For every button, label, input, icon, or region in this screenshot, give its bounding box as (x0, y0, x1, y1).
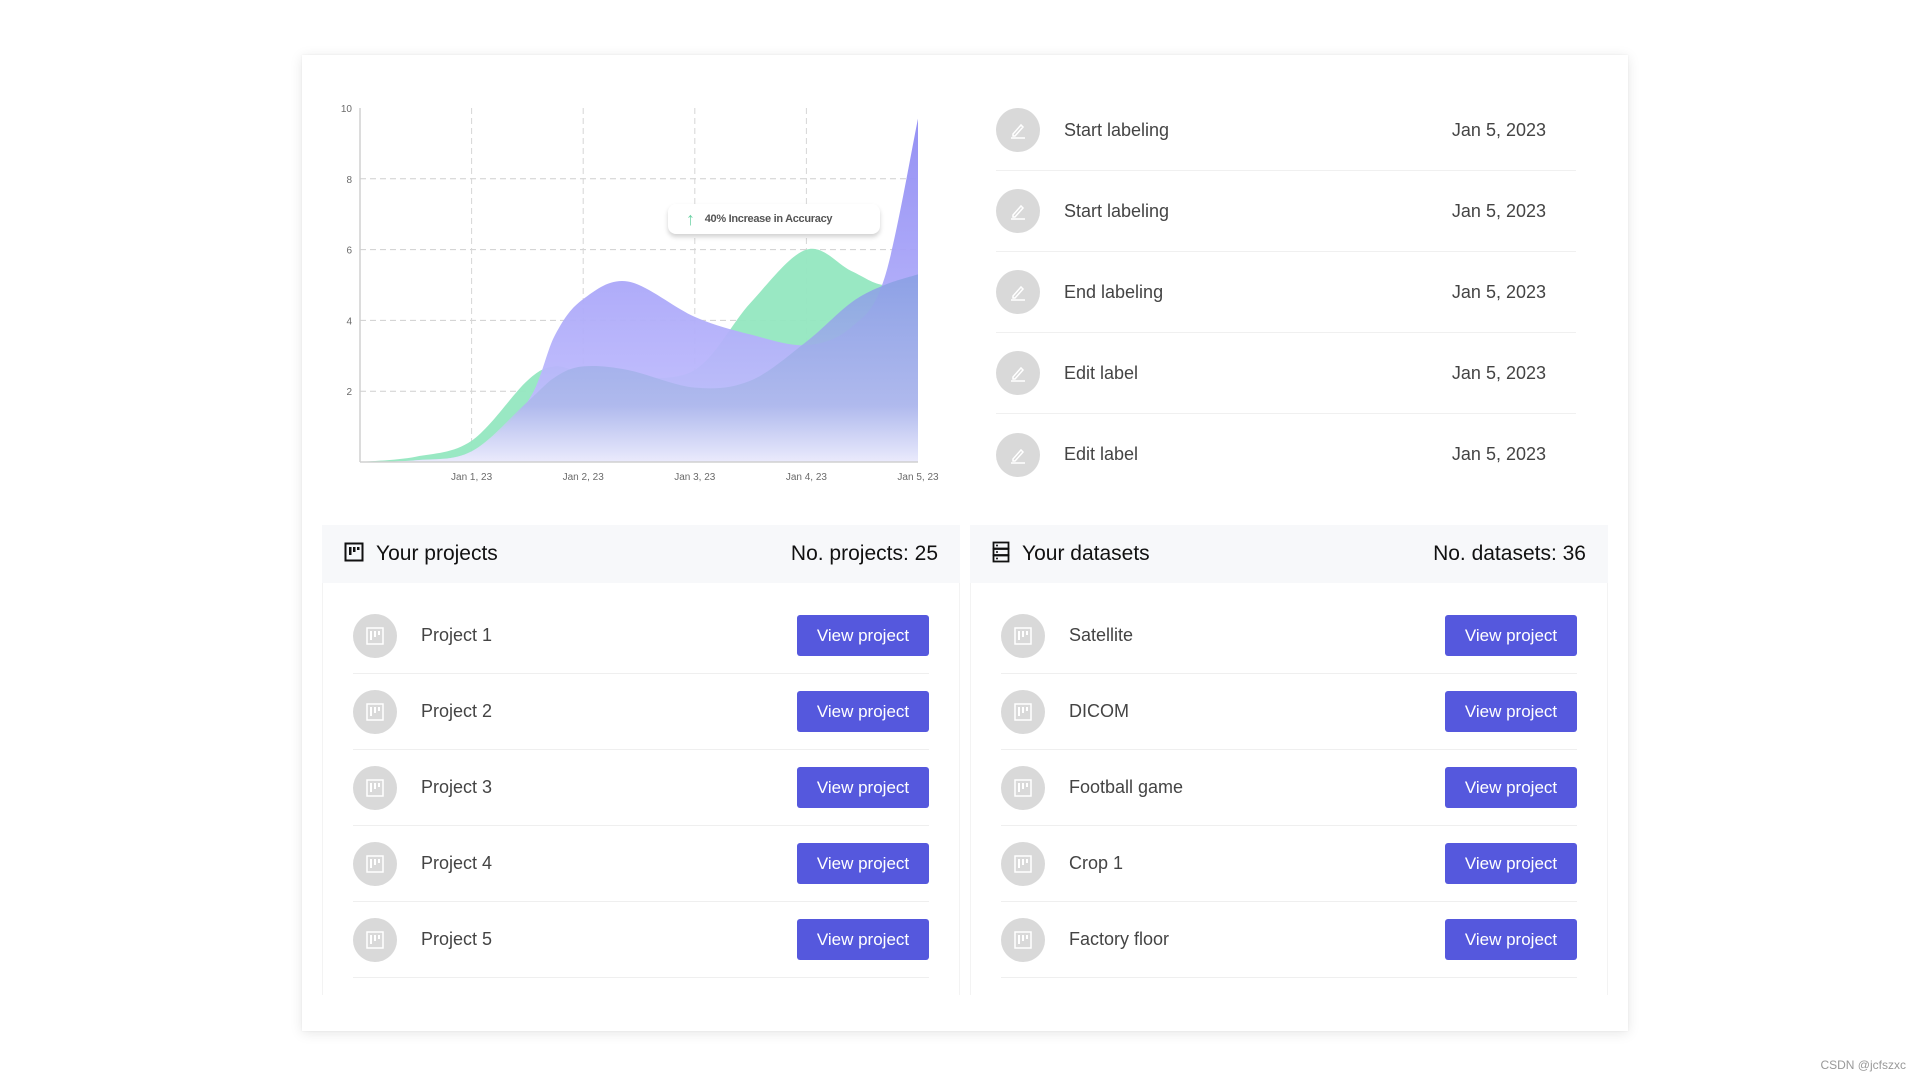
pencil-icon (996, 108, 1040, 152)
y-tick-label: 4 (346, 316, 352, 327)
activity-date: Jan 5, 2023 (1451, 119, 1546, 140)
server-icon (992, 541, 1010, 568)
view-project-button[interactable]: View project (1445, 615, 1577, 656)
project-row: Project 2 View project (353, 674, 929, 750)
x-tick-label: Jan 4, 23 (786, 472, 828, 483)
projects-title: Your projects (376, 542, 498, 565)
view-project-button[interactable]: View project (797, 919, 929, 960)
activity-title: Start labeling (1064, 200, 1170, 221)
pencil-icon (996, 351, 1040, 395)
project-name: Project 3 (421, 777, 493, 797)
datasets-count: No. datasets: 36 (1433, 542, 1586, 565)
x-tick-label: Jan 2, 23 (563, 472, 605, 483)
projects-panel: Your projects No. projects: 25 Project 1… (322, 525, 960, 995)
activity-date: Jan 5, 2023 (1451, 362, 1546, 383)
projects-list: Project 1 View project Project 2 View pr… (322, 583, 960, 995)
project-name: Project 5 (421, 929, 493, 949)
x-tick-label: Jan 1, 23 (451, 472, 493, 483)
view-project-button[interactable]: View project (797, 843, 929, 884)
annotation-text: 40% Increase in Accuracy (704, 213, 833, 225)
project-name: Project 1 (421, 625, 493, 645)
y-tick-label: 6 (346, 246, 352, 257)
kanban-icon (353, 689, 397, 734)
view-project-button[interactable]: View project (1445, 691, 1577, 732)
activity-item[interactable]: Start labeling Jan 5, 2023 (996, 171, 1576, 252)
view-project-button[interactable]: View project (1445, 767, 1577, 808)
dataset-row: Football game View project (1001, 750, 1577, 826)
activity-title: Start labeling (1064, 119, 1170, 140)
datasets-title: Your datasets (1022, 542, 1150, 565)
project-row: Project 3 View project (353, 750, 929, 826)
view-project-button[interactable]: View project (1445, 919, 1577, 960)
activity-item[interactable]: End labeling Jan 5, 2023 (996, 252, 1576, 333)
dataset-row: Factory floor View project (1001, 902, 1577, 978)
view-project-button[interactable]: View project (797, 767, 929, 808)
accuracy-chart: 2 4 6 8 10 Jan 1, 23 Jan 2, 23 Jan 3, 23 Jan 4,… (341, 104, 939, 483)
view-project-button[interactable]: View project (797, 615, 929, 656)
kanban-icon (1001, 917, 1045, 962)
pencil-icon (996, 432, 1040, 477)
x-tick-label: Jan 5, 23 (897, 472, 939, 483)
pencil-icon (996, 189, 1040, 233)
activity-item[interactable]: Edit label Jan 5, 2023 (996, 333, 1576, 414)
activity-date: Jan 5, 2023 (1451, 200, 1546, 221)
activity-date: Jan 5, 2023 (1451, 281, 1546, 302)
watermark: CSDN @jcfszxc (1820, 1058, 1906, 1072)
view-project-button[interactable]: View project (1445, 843, 1577, 884)
projects-header: Your projects No. projects: 25 (322, 525, 960, 583)
datasets-list: Satellite View project DICOM View projec… (970, 583, 1608, 995)
datasets-panel: Your datasets No. datasets: 36 Satellite… (970, 525, 1608, 995)
kanban-icon (353, 765, 397, 810)
kanban-icon (344, 542, 364, 567)
kanban-icon (1001, 841, 1045, 886)
view-project-button[interactable]: View project (797, 691, 929, 732)
datasets-header: Your datasets No. datasets: 36 (970, 525, 1608, 583)
activity-title: Edit label (1064, 362, 1139, 383)
activity-title: Edit label (1064, 444, 1139, 464)
kanban-icon (1001, 613, 1045, 658)
dataset-name: DICOM (1069, 701, 1129, 721)
activity-title: End labeling (1064, 281, 1164, 302)
dataset-name: Satellite (1069, 625, 1134, 645)
activity-item[interactable]: Edit label Jan 5, 2023 (996, 414, 1576, 495)
dataset-row: Satellite View project (1001, 598, 1577, 674)
dataset-row: DICOM View project (1001, 674, 1577, 750)
pencil-icon (996, 270, 1040, 314)
project-name: Project 4 (421, 853, 493, 873)
y-tick-label: 8 (346, 175, 352, 186)
x-tick-label: Jan 3, 23 (674, 472, 716, 483)
activity-list: Start labeling Jan 5, 2023 Start labelin… (996, 90, 1576, 495)
dataset-name: Football game (1069, 777, 1184, 797)
y-tick-label: 2 (346, 387, 352, 398)
chart-annotation: ↑ 40% Increase in Accuracy (668, 204, 880, 234)
kanban-icon (353, 917, 397, 962)
project-row: Project 4 View project (353, 826, 929, 902)
kanban-icon (353, 613, 397, 658)
projects-count: No. projects: 25 (790, 542, 938, 565)
project-row: Project 5 View project (353, 902, 929, 978)
project-row: Project 1 View project (353, 598, 929, 674)
kanban-icon (353, 841, 397, 886)
y-tick-label: 10 (341, 104, 353, 115)
kanban-icon (1001, 765, 1045, 810)
activity-item[interactable]: Start labeling Jan 5, 2023 (996, 90, 1576, 171)
project-name: Project 2 (421, 701, 493, 721)
kanban-icon (1001, 689, 1045, 734)
dataset-row: Crop 1 View project (1001, 826, 1577, 902)
dataset-name: Crop 1 (1069, 853, 1124, 873)
activity-date: Jan 5, 2023 (1451, 444, 1546, 464)
dataset-name: Factory floor (1069, 929, 1170, 949)
arrow-up-icon: ↑ (686, 209, 695, 229)
